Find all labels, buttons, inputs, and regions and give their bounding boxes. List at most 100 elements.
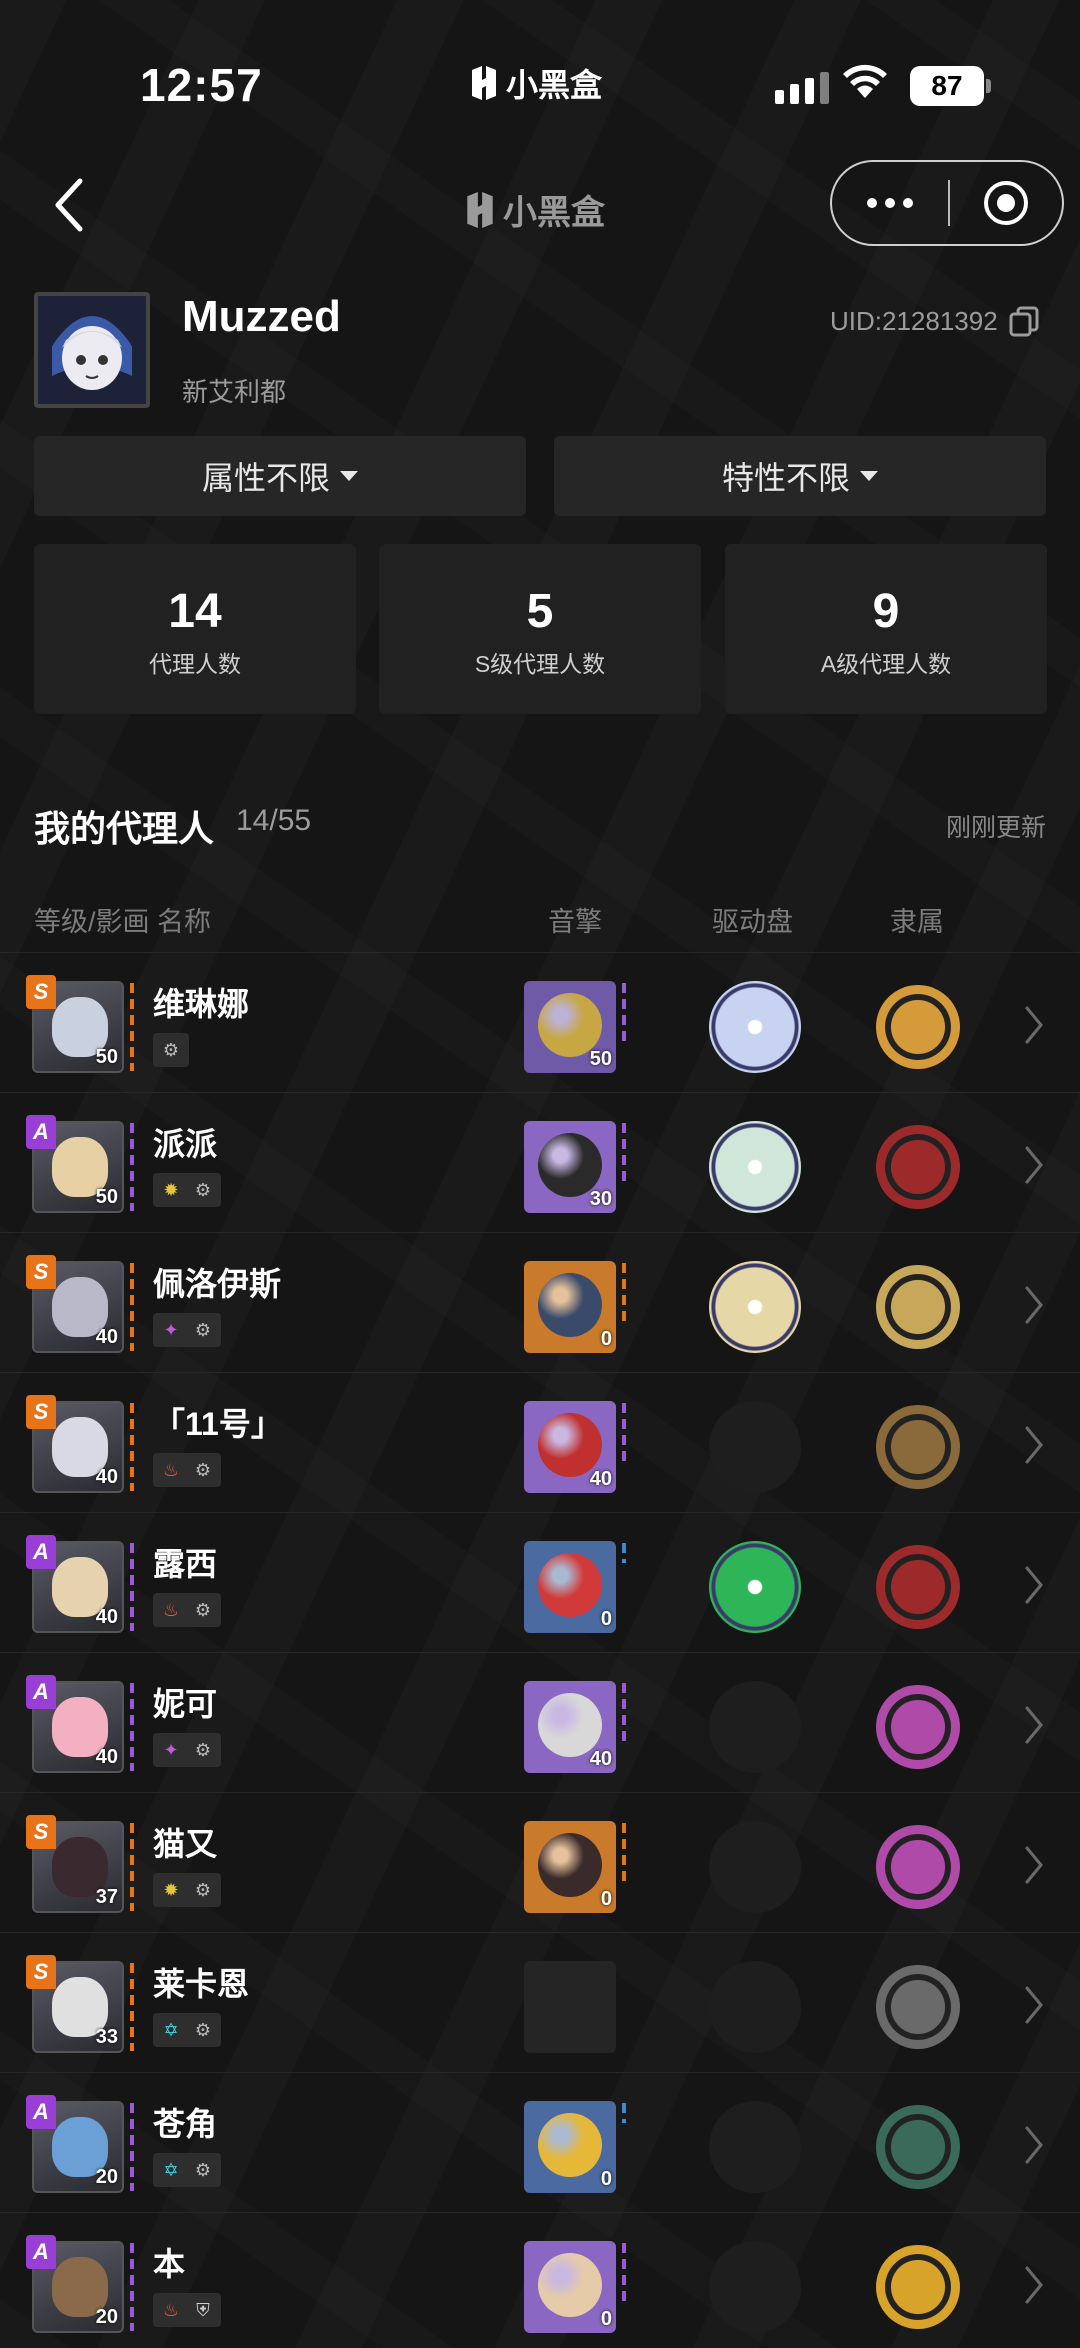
agent-row[interactable]: 40 A 露西 ♨ ⚙ 0 — [0, 1512, 1080, 1652]
stat-value: 9 — [872, 585, 900, 638]
agent-row[interactable]: 50 A 派派 ✹ ⚙ 30 — [0, 1092, 1080, 1232]
shield-icon: ⛨ — [196, 2299, 210, 2320]
agent-level: 33 — [95, 2026, 118, 2048]
column-header-name: 等级/影画 名称 — [34, 907, 212, 937]
phys-icon: ⚙ — [194, 1179, 212, 1200]
miniprogram-capsule — [830, 160, 1064, 246]
w-engine-refine-indicator — [622, 983, 626, 1043]
mindscape-indicator — [130, 1543, 134, 1631]
chevron-right-icon[interactable] — [1024, 1845, 1044, 1885]
nav-title-text: 小黑盒 — [503, 194, 605, 232]
chevron-right-icon[interactable] — [1024, 1565, 1044, 1605]
rank-badge: S — [26, 1395, 56, 1429]
heybox-logo-icon — [467, 191, 493, 228]
agent-row[interactable]: 20 A 苍角 ✡ ⚙ 0 — [0, 2072, 1080, 2212]
ether-icon: ✦ — [163, 1319, 179, 1340]
rank-badge: A — [26, 1535, 56, 1569]
ice-icon: ✹ — [163, 1179, 179, 1200]
status-bar: 12:57 小黑盒 87 — [0, 0, 1080, 150]
w-engine-level: 40 — [589, 1468, 612, 1490]
w-engine-refine-indicator — [622, 1823, 626, 1883]
agent-row[interactable]: 37 S 猫又 ✹ ⚙ 0 — [0, 1792, 1080, 1932]
agent-attribute-tags: ✡ ⚙ — [153, 2153, 221, 2187]
agent-name: 莱卡恩 — [153, 1966, 250, 2002]
agent-row[interactable]: 20 A 本 ♨ ⛨ 0 — [0, 2212, 1080, 2348]
chevron-right-icon[interactable] — [1024, 1705, 1044, 1745]
w-engine-image — [538, 1833, 602, 1897]
drive-disc-slot — [709, 2101, 801, 2193]
chevron-right-icon[interactable] — [1024, 1425, 1044, 1465]
w-engine-slot: 0 — [524, 1541, 616, 1633]
faction-emblem-icon — [876, 1825, 960, 1909]
agent-level: 40 — [95, 1466, 118, 1488]
w-engine-refine-indicator — [622, 2243, 626, 2303]
back-arrow-icon[interactable] — [50, 175, 90, 235]
agent-name: 佩洛伊斯 — [153, 1266, 282, 1302]
mindscape-indicator — [130, 2243, 134, 2331]
status-app-logo: 小黑盒 — [470, 60, 602, 106]
agent-attribute-tags: ✦ ⚙ — [153, 1733, 221, 1767]
faction-emblem-icon — [876, 1685, 960, 1769]
drive-disc-slot — [709, 981, 801, 1073]
uid-text: UID:21281392 — [830, 305, 998, 336]
chevron-right-icon[interactable] — [1024, 2125, 1044, 2165]
frost-icon: ✡ — [163, 2159, 179, 2180]
trait-filter-dropdown[interactable]: 特性不限 — [554, 436, 1046, 516]
avatar-image — [38, 296, 146, 404]
chevron-right-icon[interactable] — [1024, 2265, 1044, 2305]
phys-icon: ⚙ — [194, 1459, 212, 1480]
agent-row[interactable]: 40 S 「11号」 ♨ ⚙ 40 — [0, 1372, 1080, 1512]
chevron-right-icon[interactable] — [1024, 1145, 1044, 1185]
profile-region: 新艾利都 — [182, 377, 287, 407]
fire-icon: ♨ — [162, 1459, 180, 1480]
w-engine-refine-indicator — [622, 1263, 626, 1323]
agent-attribute-tags: ♨ ⚙ — [153, 1453, 221, 1487]
status-time: 12:57 — [140, 59, 263, 111]
section-count: 14/55 — [236, 804, 312, 837]
chevron-right-icon[interactable] — [1024, 1005, 1044, 1045]
stat-a-rank-count: 9 A级代理人数 — [725, 544, 1047, 714]
chevron-right-icon[interactable] — [1024, 1285, 1044, 1325]
mindscape-indicator — [130, 983, 134, 1071]
w-engine-refine-indicator — [622, 1403, 626, 1463]
faction-emblem-icon — [876, 1125, 960, 1209]
close-miniprogram-button[interactable] — [950, 179, 1062, 227]
agent-name: 妮可 — [153, 1686, 218, 1722]
ice-icon: ✹ — [163, 1879, 179, 1900]
agent-name: 苍角 — [153, 2106, 218, 2142]
copy-icon[interactable] — [1008, 305, 1040, 337]
rank-badge: A — [26, 2095, 56, 2129]
mindscape-indicator — [130, 1403, 134, 1491]
drive-disc-slot — [709, 1821, 801, 1913]
w-engine-refine-indicator — [622, 1123, 626, 1183]
agent-attribute-tags: ✡ ⚙ — [153, 2013, 221, 2047]
w-engine-level: 0 — [600, 2168, 612, 2190]
w-engine-refine-indicator — [622, 1543, 626, 1563]
avatar — [34, 292, 150, 408]
w-engine-slot: 0 — [524, 1821, 616, 1913]
w-engine-slot — [524, 1961, 616, 2053]
drive-disc-slot — [709, 2241, 801, 2333]
w-engine-level: 0 — [600, 1608, 612, 1630]
agent-row[interactable]: 40 A 妮可 ✦ ⚙ 40 — [0, 1652, 1080, 1792]
frost-icon: ✡ — [163, 2019, 179, 2040]
mindscape-indicator — [130, 1683, 134, 1771]
agent-row[interactable]: 33 S 莱卡恩 ✡ ⚙ — [0, 1932, 1080, 2072]
battery-indicator: 87 — [910, 66, 991, 106]
uid-copy[interactable]: UID:21281392 — [830, 305, 1040, 337]
rank-badge: S — [26, 1955, 56, 1989]
w-engine-image — [538, 1273, 602, 1337]
column-header-faction: 隶属 — [890, 907, 944, 937]
profile-name: Muzzed — [182, 292, 341, 341]
agent-row[interactable]: 50 S 维琳娜 ⚙ 50 — [0, 952, 1080, 1092]
agent-name: 猫又 — [153, 1826, 218, 1862]
agent-row[interactable]: 40 S 佩洛伊斯 ✦ ⚙ 0 — [0, 1232, 1080, 1372]
chevron-right-icon[interactable] — [1024, 1985, 1044, 2025]
update-status: 刚刚更新 — [945, 814, 1046, 842]
attribute-filter-dropdown[interactable]: 属性不限 — [34, 436, 526, 516]
rank-badge: S — [26, 1255, 56, 1289]
drive-disc-slot — [709, 1121, 801, 1213]
agent-attribute-tags: ♨ ⛨ — [153, 2293, 221, 2327]
agent-level: 50 — [95, 1186, 118, 1208]
more-options-icon[interactable] — [832, 198, 948, 208]
